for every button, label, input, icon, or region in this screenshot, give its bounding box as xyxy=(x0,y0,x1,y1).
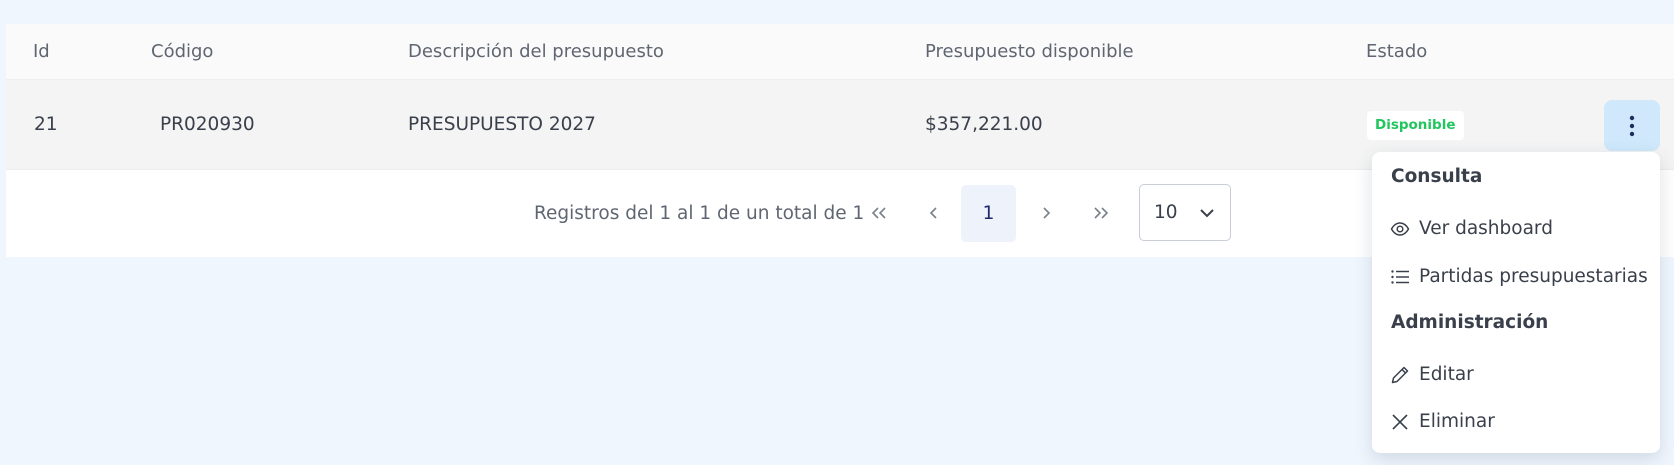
table-header: Id Código Descripción del presupuesto Pr… xyxy=(6,24,1674,80)
column-header-code[interactable]: Código xyxy=(151,24,213,80)
double-chevron-right-icon xyxy=(1094,207,1109,219)
chevron-left-icon xyxy=(929,207,937,219)
menu-section-consulta: Consulta xyxy=(1391,166,1483,187)
row-actions-menu: Consulta Ver dashboard Partidas presupue… xyxy=(1372,152,1660,453)
menu-item-ver-dashboard[interactable]: Ver dashboard xyxy=(1372,209,1660,249)
menu-item-partidas-presupuestarias[interactable]: Partidas presupuestarias xyxy=(1372,257,1660,297)
column-header-available[interactable]: Presupuesto disponible xyxy=(925,24,1134,80)
double-chevron-left-icon xyxy=(871,207,886,219)
chevron-down-icon xyxy=(1200,209,1214,218)
last-page-button[interactable] xyxy=(1079,191,1123,235)
menu-item-label: Partidas presupuestarias xyxy=(1419,266,1648,287)
pagination-info: Registros del 1 al 1 de un total de 1 xyxy=(534,203,865,224)
menu-item-label: Eliminar xyxy=(1419,411,1495,432)
menu-item-label: Editar xyxy=(1419,364,1474,385)
cell-available-budget: $357,221.00 xyxy=(925,114,1043,135)
menu-item-label: Ver dashboard xyxy=(1419,218,1553,239)
status-badge: Disponible xyxy=(1367,111,1464,140)
page-size-value: 10 xyxy=(1154,202,1178,223)
first-page-button[interactable] xyxy=(857,191,901,235)
cell-description: PRESUPUESTO 2027 xyxy=(408,114,596,135)
kebab-vertical-icon xyxy=(1629,115,1635,136)
cell-id: 21 xyxy=(34,114,58,135)
menu-section-administracion: Administración xyxy=(1391,312,1549,333)
close-icon xyxy=(1392,414,1408,430)
page-size-select[interactable]: 10 xyxy=(1139,184,1231,241)
list-icon xyxy=(1391,270,1409,284)
column-header-status[interactable]: Estado xyxy=(1366,24,1427,80)
next-page-button[interactable] xyxy=(1024,191,1068,235)
menu-item-editar[interactable]: Editar xyxy=(1372,355,1660,395)
eye-icon xyxy=(1390,222,1410,236)
pencil-icon xyxy=(1391,366,1409,384)
column-header-id[interactable]: Id xyxy=(33,24,50,80)
page-number-button[interactable]: 1 xyxy=(961,185,1016,242)
cell-code: PR020930 xyxy=(160,114,255,135)
chevron-right-icon xyxy=(1043,207,1051,219)
row-actions-button[interactable] xyxy=(1604,100,1660,151)
previous-page-button[interactable] xyxy=(912,191,956,235)
column-header-description[interactable]: Descripción del presupuesto xyxy=(408,24,664,80)
menu-item-eliminar[interactable]: Eliminar xyxy=(1372,402,1660,442)
